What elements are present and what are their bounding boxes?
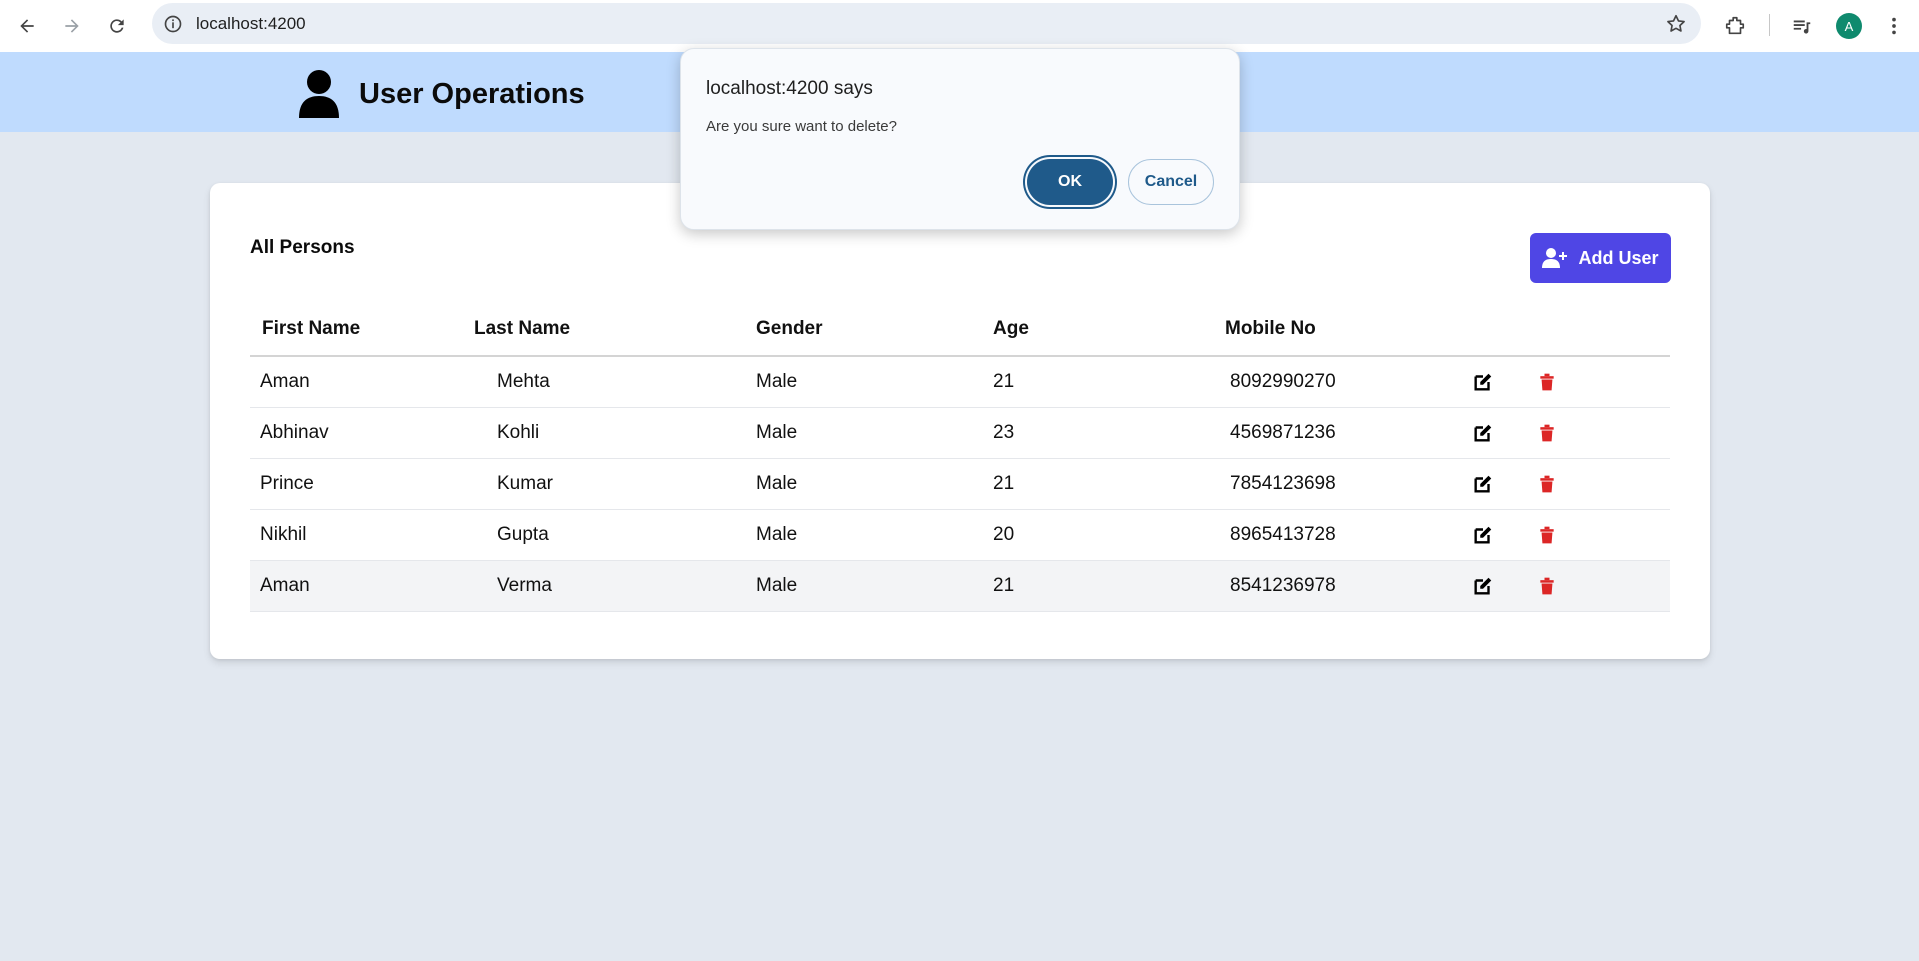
cell-first-name: Abhinav bbox=[250, 407, 474, 459]
kebab-menu-icon[interactable] bbox=[1876, 8, 1912, 44]
persons-table: First Name Last Name Gender Age Mobile N… bbox=[250, 303, 1670, 612]
table-header-row: First Name Last Name Gender Age Mobile N… bbox=[250, 303, 1670, 357]
cell-age: 21 bbox=[993, 458, 1225, 510]
bookmark-star-icon[interactable] bbox=[1665, 13, 1687, 35]
trash-icon[interactable] bbox=[1534, 420, 1560, 446]
cell-age: 23 bbox=[993, 407, 1225, 459]
media-controls-icon[interactable] bbox=[1784, 8, 1820, 44]
trash-icon[interactable] bbox=[1534, 573, 1560, 599]
cell-gender: Male bbox=[756, 509, 993, 561]
ok-button[interactable]: OK bbox=[1027, 159, 1113, 205]
cell-mobile: 7854123698 bbox=[1225, 458, 1470, 510]
cell-first-name: Prince bbox=[250, 458, 474, 510]
persons-card: All Persons Add User First Name Last Nam… bbox=[210, 183, 1710, 659]
cell-first-name: Nikhil bbox=[250, 509, 474, 561]
column-header-age: Age bbox=[993, 303, 1225, 357]
user-icon bbox=[299, 70, 339, 118]
trash-icon[interactable] bbox=[1534, 471, 1560, 497]
cell-age: 21 bbox=[993, 560, 1225, 612]
cell-actions bbox=[1470, 560, 1670, 612]
column-header-actions bbox=[1470, 303, 1670, 357]
cell-actions bbox=[1470, 356, 1670, 408]
back-arrow-icon[interactable] bbox=[9, 8, 45, 44]
table-row: Nikhil Gupta Male 20 8965413728 bbox=[250, 509, 1670, 561]
reload-icon[interactable] bbox=[99, 8, 135, 44]
cell-last-name: Gupta bbox=[474, 509, 756, 561]
cell-gender: Male bbox=[756, 458, 993, 510]
cell-mobile: 8541236978 bbox=[1225, 560, 1470, 612]
column-header-mobile-no: Mobile No bbox=[1225, 303, 1470, 357]
page-title: User Operations bbox=[359, 78, 585, 110]
dialog-message: Are you sure want to delete? bbox=[706, 118, 897, 135]
address-bar[interactable]: localhost:4200 bbox=[152, 3, 1701, 44]
cell-gender: Male bbox=[756, 560, 993, 612]
dialog-title: localhost:4200 says bbox=[706, 78, 873, 99]
edit-icon[interactable] bbox=[1470, 369, 1496, 395]
edit-icon[interactable] bbox=[1470, 420, 1496, 446]
cell-gender: Male bbox=[756, 356, 993, 408]
edit-icon[interactable] bbox=[1470, 471, 1496, 497]
cell-last-name: Verma bbox=[474, 560, 756, 612]
cell-actions bbox=[1470, 407, 1670, 459]
profile-avatar[interactable]: A bbox=[1836, 13, 1862, 39]
column-header-gender: Gender bbox=[756, 303, 993, 357]
trash-icon[interactable] bbox=[1534, 369, 1560, 395]
table-row: Aman Mehta Male 21 8092990270 bbox=[250, 356, 1670, 408]
cell-mobile: 4569871236 bbox=[1225, 407, 1470, 459]
forward-arrow-icon[interactable] bbox=[54, 8, 90, 44]
cell-last-name: Kohli bbox=[474, 407, 756, 459]
cell-mobile: 8965413728 bbox=[1225, 509, 1470, 561]
extensions-icon[interactable] bbox=[1717, 8, 1753, 44]
cell-gender: Male bbox=[756, 407, 993, 459]
cell-last-name: Mehta bbox=[474, 356, 756, 408]
table-row: Prince Kumar Male 21 7854123698 bbox=[250, 458, 1670, 510]
cell-first-name: Aman bbox=[250, 560, 474, 612]
column-header-first-name: First Name bbox=[250, 303, 474, 357]
toolbar-divider bbox=[1769, 14, 1770, 36]
cell-age: 21 bbox=[993, 356, 1225, 408]
column-header-last-name: Last Name bbox=[474, 303, 756, 357]
cell-age: 20 bbox=[993, 509, 1225, 561]
cell-actions bbox=[1470, 458, 1670, 510]
add-user-button[interactable]: Add User bbox=[1530, 233, 1671, 283]
table-row: Abhinav Kohli Male 23 4569871236 bbox=[250, 407, 1670, 459]
cancel-button[interactable]: Cancel bbox=[1128, 159, 1214, 205]
add-user-label: Add User bbox=[1578, 247, 1659, 268]
table-row: Aman Verma Male 21 8541236978 bbox=[250, 560, 1670, 612]
cell-first-name: Aman bbox=[250, 356, 474, 408]
confirm-dialog: localhost:4200 says Are you sure want to… bbox=[680, 48, 1240, 230]
cell-actions bbox=[1470, 509, 1670, 561]
cell-mobile: 8092990270 bbox=[1225, 356, 1470, 408]
cell-last-name: Kumar bbox=[474, 458, 756, 510]
user-plus-icon bbox=[1542, 248, 1568, 268]
site-info-icon[interactable] bbox=[162, 13, 184, 35]
trash-icon[interactable] bbox=[1534, 522, 1560, 548]
browser-toolbar: localhost:4200 A bbox=[0, 0, 1919, 52]
edit-icon[interactable] bbox=[1470, 573, 1496, 599]
card-title: All Persons bbox=[250, 237, 355, 258]
edit-icon[interactable] bbox=[1470, 522, 1496, 548]
url-text[interactable]: localhost:4200 bbox=[196, 14, 306, 34]
